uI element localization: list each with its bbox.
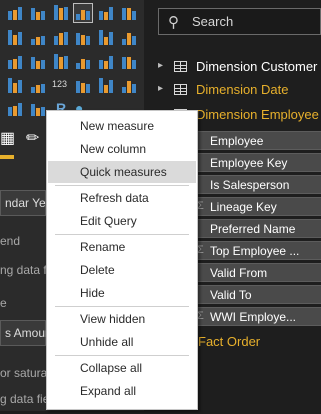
sigma-icon: Σ (197, 200, 204, 212)
shape-map-icon[interactable] (120, 53, 138, 71)
menu-item-collapse-all[interactable]: Collapse all (48, 357, 196, 379)
axis-field-box[interactable]: ndar Yea (0, 190, 52, 216)
menu-item-delete[interactable]: Delete (48, 259, 196, 281)
menu-item-view-hidden[interactable]: View hidden (48, 308, 196, 330)
area-chart-icon[interactable] (29, 29, 47, 47)
field-label: Lineage Key (210, 200, 277, 214)
field-item[interactable]: Employee Key (193, 153, 321, 172)
sigma-icon: Σ (197, 244, 204, 256)
menu-item-label: Refresh data (80, 191, 149, 205)
clustered-bar-icon[interactable] (52, 4, 70, 22)
menu-item-hide[interactable]: Hide (48, 282, 196, 304)
pie-chart-icon[interactable] (6, 53, 24, 71)
treemap-icon[interactable] (52, 53, 70, 71)
value-label: e (0, 296, 7, 310)
kpi-icon[interactable] (97, 77, 115, 95)
search-icon: ⚲ (168, 14, 179, 31)
field-item[interactable]: Σ WWI Employe... (193, 307, 321, 326)
field-label: Valid To (210, 288, 252, 302)
menu-item-edit-query[interactable]: Edit Query (48, 210, 196, 232)
menu-item-rename[interactable]: Rename (48, 236, 196, 258)
chevron-right-icon[interactable]: ▸ (158, 83, 163, 94)
field-label: Preferred Name (210, 222, 296, 236)
menu-separator (55, 306, 189, 307)
table-icon (174, 61, 187, 72)
active-tab-indicator (0, 155, 14, 159)
filled-map-icon[interactable] (97, 53, 115, 71)
table-dimension-customer[interactable]: ▸ Dimension Customer (158, 56, 321, 78)
menu-item-unhide-all[interactable]: Unhide all (48, 331, 196, 353)
sigma-icon: Σ (197, 310, 204, 322)
100-bar-icon[interactable] (97, 4, 115, 22)
format-paint-roller-icon[interactable]: ✏ (26, 128, 46, 150)
scatter-icon[interactable] (120, 29, 138, 47)
field-label: Top Employee ... (210, 244, 300, 258)
menu-item-new-measure[interactable]: New measure (48, 115, 196, 137)
field-item[interactable]: Valid To (193, 285, 321, 304)
donut-chart-icon[interactable] (29, 53, 47, 71)
color-saturation-label: or saturat (0, 366, 51, 380)
fields-well-icon[interactable]: ▦ (0, 128, 20, 150)
field-item[interactable]: Is Salesperson (193, 175, 321, 194)
legend-label: end (0, 234, 21, 248)
context-menu: New measure New column Quick measures Refre… (46, 110, 198, 410)
waterfall-icon[interactable] (97, 29, 115, 47)
menu-item-label: Collapse all (80, 361, 143, 375)
menu-item-label: Delete (80, 263, 115, 277)
menu-item-label: New column (80, 142, 147, 156)
menu-item-label: Edit Query (80, 214, 137, 228)
menu-separator (55, 355, 189, 356)
table-icon (174, 84, 187, 95)
search-input[interactable]: ⚲ Search (158, 8, 321, 35)
menu-item-label: Hide (80, 286, 105, 300)
stacked-bar-icon[interactable] (6, 4, 24, 22)
chevron-right-icon[interactable]: ▸ (158, 60, 163, 71)
table-visual-icon[interactable] (6, 100, 24, 118)
menu-item-refresh-data[interactable]: Refresh data (48, 187, 196, 209)
gauge-icon[interactable] (29, 77, 47, 95)
clustered-column-icon[interactable] (73, 3, 93, 23)
map-icon[interactable] (74, 53, 92, 71)
field-label: Is Salesperson (210, 178, 290, 192)
multi-row-card-icon[interactable] (74, 77, 92, 95)
table-dimension-date[interactable]: ▸ Dimension Date (158, 79, 321, 101)
menu-separator (55, 185, 189, 186)
card-icon[interactable]: 123 (52, 77, 70, 95)
menu-item-new-column[interactable]: New column (48, 138, 196, 160)
menu-item-label: Expand all (80, 384, 137, 398)
field-item[interactable]: Valid From (193, 263, 321, 282)
ribbon-chart-icon[interactable] (74, 29, 92, 47)
field-label: Employee (210, 134, 264, 148)
value-field-box[interactable]: s Amoun (0, 320, 52, 346)
menu-item-label: New measure (80, 119, 155, 133)
menu-item-label: View hidden (80, 312, 146, 326)
menu-item-quick-measures[interactable]: Quick measures (48, 161, 196, 183)
menu-item-label: Quick measures (80, 165, 167, 179)
menu-item-label: Unhide all (80, 335, 134, 349)
slicer-icon[interactable] (120, 77, 138, 95)
menu-separator (55, 234, 189, 235)
field-label: Valid From (210, 266, 268, 280)
stacked-column-icon[interactable] (29, 4, 47, 22)
matrix-visual-icon[interactable] (29, 100, 47, 118)
menu-item-expand-all[interactable]: Expand all (48, 380, 196, 402)
stacked-area-icon[interactable] (52, 29, 70, 47)
field-item[interactable]: Preferred Name (193, 219, 321, 238)
field-label: WWI Employe... (210, 310, 297, 324)
field-item[interactable]: Σ Lineage Key (193, 197, 321, 216)
line-chart-icon[interactable] (6, 29, 24, 47)
field-item[interactable]: Σ Top Employee ... (193, 241, 321, 260)
field-item[interactable]: Employee (193, 131, 321, 150)
funnel-icon[interactable] (6, 77, 24, 95)
field-label: Employee Key (210, 156, 288, 170)
menu-item-label: Rename (80, 240, 126, 254)
search-placeholder: Search (192, 14, 234, 29)
100-column-icon[interactable] (120, 4, 138, 22)
